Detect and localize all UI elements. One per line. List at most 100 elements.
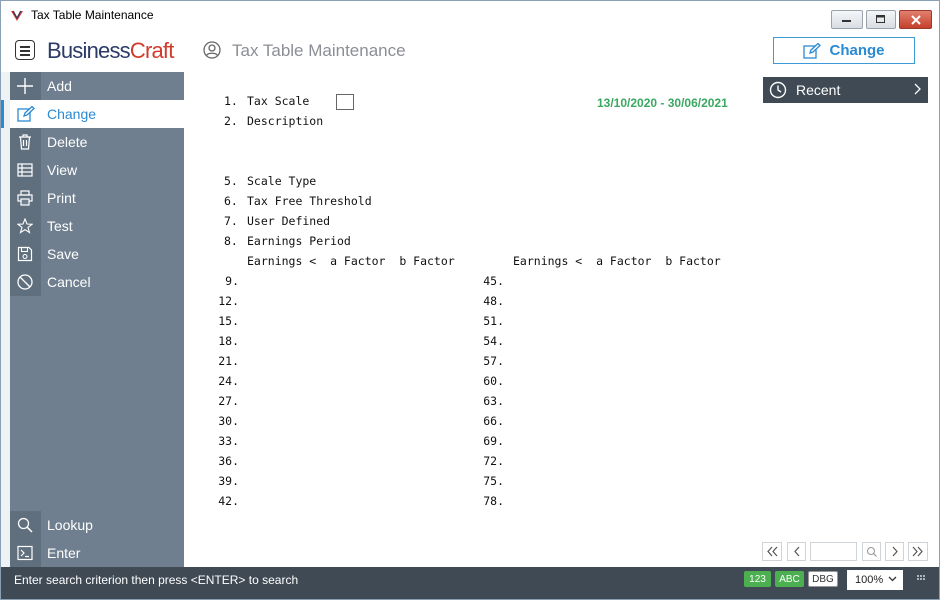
next-page-button[interactable] [885,542,904,561]
sidebar: Add Change Delete View Print Test Save C… [1,72,184,567]
row-number: 36. [218,454,239,468]
previous-page-button[interactable] [787,542,806,561]
row-number: 48. [483,294,504,308]
table-icon [17,163,33,177]
row-number: 54. [483,334,504,348]
title-bar: Tax Table Maintenance [1,1,939,31]
sidebar-item-lookup[interactable]: Lookup [10,511,184,539]
first-page-button[interactable] [762,542,782,561]
search-icon [866,546,877,557]
app-window: Tax Table Maintenance BusinessCraft Tax … [0,0,940,600]
edit-icon [803,42,822,59]
terminal-icon [17,545,33,561]
row-number: 9. [225,274,239,288]
search-icon [17,517,33,533]
row-number: 69. [483,434,504,448]
close-button[interactable] [899,10,932,29]
cancel-icon [17,274,33,290]
row-number: 57. [483,354,504,368]
form-area: 1. Tax Scale 2. Description 13/10/2020 -… [184,72,939,567]
field-num-2: 2. [224,114,238,128]
date-range: 13/10/2020 - 30/06/2021 [597,96,728,110]
zoom-select[interactable]: 100% [847,570,903,590]
row-number: 12. [218,294,239,308]
field-label-earnings-period: Earnings Period [247,234,351,248]
column-headers-right: Earnings < a Factor b Factor [513,254,721,268]
businesscraft-logo: BusinessCraft [47,38,174,63]
field-num-7: 7. [224,214,238,228]
sidebar-item-test[interactable]: Test [10,212,184,240]
page-number-input[interactable] [810,542,857,561]
numeric-mode-badge[interactable]: 123 [744,571,771,587]
debug-badge[interactable]: DBG [808,571,838,587]
printer-icon [17,190,33,206]
app-header: BusinessCraft Tax Table Maintenance Chan… [1,32,939,73]
trash-icon [19,134,31,150]
recent-panel-button[interactable]: Recent [763,77,928,103]
sidebar-item-change[interactable]: Change [1,100,184,128]
text-mode-badge[interactable]: ABC [775,571,804,587]
row-number: 63. [483,394,504,408]
row-number: 18. [218,334,239,348]
row-number: 66. [483,414,504,428]
clock-icon [769,81,787,99]
field-label-scale-type: Scale Type [247,174,317,188]
app-logo-icon [11,10,23,21]
field-label-tax-free-threshold: Tax Free Threshold [247,194,372,208]
resize-grip-icon[interactable] [916,574,926,584]
column-headers-left: Earnings < a Factor b Factor [247,254,455,268]
sidebar-item-delete[interactable]: Delete [10,128,184,156]
star-icon [17,218,33,234]
chevron-down-icon [888,576,897,582]
row-number: 75. [483,474,504,488]
row-number: 60. [483,374,504,388]
user-icon [203,41,221,59]
double-chevron-right-icon [912,546,923,557]
plus-icon [17,78,33,94]
field-num-6: 6. [224,194,238,208]
page-search-button[interactable] [862,542,881,561]
row-number: 30. [218,414,239,428]
double-chevron-left-icon [767,546,778,557]
chevron-right-icon [892,546,898,557]
save-icon [17,246,33,262]
row-number: 24. [218,374,239,388]
field-num-8: 8. [224,234,238,248]
edit-icon [17,106,35,122]
chevron-left-icon [794,546,800,557]
row-number: 15. [218,314,239,328]
row-number: 39. [218,474,239,488]
minimize-button[interactable] [831,10,863,29]
sidebar-item-save[interactable]: Save [10,240,184,268]
sidebar-item-view[interactable]: View [10,156,184,184]
last-page-button[interactable] [908,542,928,561]
sidebar-item-add[interactable]: Add [10,72,184,100]
field-num-1: 1. [224,94,238,108]
chevron-right-icon [914,83,921,95]
row-number: 51. [483,314,504,328]
sidebar-item-cancel[interactable]: Cancel [10,268,184,296]
restore-button[interactable] [866,10,896,29]
row-number: 21. [218,354,239,368]
status-bar: Enter search criterion then press <ENTER… [1,567,939,599]
sidebar-item-enter[interactable]: Enter [10,539,184,567]
sidebar-item-print[interactable]: Print [10,184,184,212]
row-number: 78. [483,494,504,508]
field-label-user-defined: User Defined [247,214,331,228]
change-button[interactable]: Change [773,37,915,64]
tax-scale-input[interactable] [336,94,354,110]
row-number: 42. [218,494,239,508]
close-icon [911,15,921,25]
status-message: Enter search criterion then press <ENTER… [14,573,299,587]
row-number: 45. [483,274,504,288]
row-number: 27. [218,394,239,408]
field-num-5: 5. [224,174,238,188]
field-label-description: Description [247,114,324,128]
row-number: 33. [218,434,239,448]
restore-icon [876,15,885,23]
hamburger-icon [20,46,30,48]
minimize-icon [842,20,851,22]
hamburger-menu-button[interactable] [15,40,35,60]
field-label-tax-scale: Tax Scale [247,94,310,108]
row-number: 72. [483,454,504,468]
